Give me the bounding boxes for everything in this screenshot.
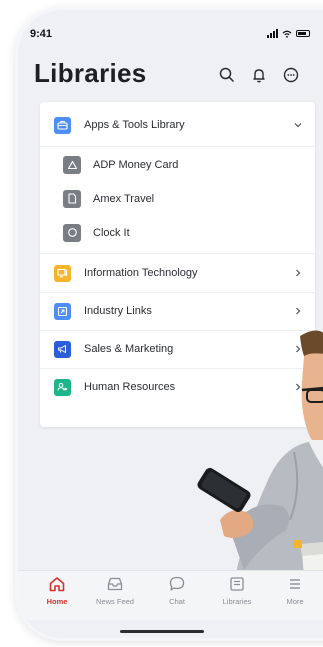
signal-icon bbox=[267, 29, 278, 38]
tab-label: Home bbox=[46, 597, 68, 606]
library-icon bbox=[230, 577, 244, 591]
app-item-clock-it[interactable]: Clock It bbox=[40, 216, 315, 249]
battery-icon bbox=[296, 30, 310, 37]
app-label: Amex Travel bbox=[93, 192, 155, 205]
bell-icon[interactable] bbox=[250, 66, 268, 84]
tab-home[interactable]: Home bbox=[32, 575, 82, 606]
status-icons bbox=[267, 29, 310, 38]
businessman-illustration bbox=[197, 330, 323, 610]
app-item-adp-money-card[interactable]: ADP Money Card bbox=[40, 148, 315, 181]
section-industry-links[interactable]: Industry Links bbox=[40, 292, 315, 330]
section-label: Sales & Marketing bbox=[84, 343, 174, 355]
external-link-icon bbox=[54, 302, 71, 320]
tab-label: Libraries bbox=[222, 597, 252, 606]
divider bbox=[40, 146, 315, 147]
status-time: 9:41 bbox=[30, 28, 53, 40]
bottom-tab-bar: Home News Feed Chat Libraries More bbox=[18, 570, 323, 620]
page-title: Libraries bbox=[34, 58, 147, 88]
circle-icon bbox=[63, 223, 81, 242]
status-bar: 9:41 bbox=[30, 28, 310, 42]
chevron-right-icon[interactable] bbox=[293, 306, 303, 316]
home-icon bbox=[49, 577, 65, 592]
app-item-amex-travel[interactable]: Amex Travel bbox=[40, 182, 315, 215]
tab-label: More bbox=[286, 597, 304, 606]
document-icon bbox=[63, 189, 81, 208]
section-label: Industry Links bbox=[84, 305, 152, 317]
section-apps-tools[interactable]: Apps & Tools Library bbox=[40, 106, 315, 144]
wifi-icon bbox=[282, 30, 292, 38]
app-label: ADP Money Card bbox=[93, 158, 179, 171]
triangle-icon bbox=[63, 155, 81, 174]
screen: 9:41 Libraries Apps & Tools Library ADP … bbox=[0, 0, 323, 647]
search-icon[interactable] bbox=[218, 66, 236, 84]
app-label: Clock It bbox=[93, 226, 130, 239]
tab-libraries[interactable]: Libraries bbox=[212, 575, 262, 606]
inbox-icon bbox=[107, 577, 123, 591]
section-label: Apps & Tools Library bbox=[84, 119, 185, 131]
monitor-icon bbox=[54, 264, 71, 282]
briefcase-icon bbox=[54, 116, 71, 134]
section-label: Human Resources bbox=[84, 381, 176, 393]
tab-label: Chat bbox=[169, 597, 185, 606]
menu-icon bbox=[290, 579, 300, 589]
megaphone-icon bbox=[54, 340, 71, 358]
chevron-down-icon[interactable] bbox=[293, 120, 303, 130]
section-label: Information Technology bbox=[84, 267, 198, 279]
chevron-right-icon[interactable] bbox=[293, 268, 303, 278]
tab-chat[interactable]: Chat bbox=[152, 575, 202, 606]
more-options-icon[interactable] bbox=[282, 66, 300, 84]
tab-news-feed[interactable]: News Feed bbox=[90, 575, 140, 606]
section-information-technology[interactable]: Information Technology bbox=[40, 254, 315, 292]
home-indicator bbox=[120, 630, 204, 633]
tab-more[interactable]: More bbox=[270, 575, 320, 606]
header-actions bbox=[218, 66, 300, 84]
user-badge-icon bbox=[54, 378, 71, 396]
chat-bubble-icon bbox=[169, 576, 185, 591]
tab-label: News Feed bbox=[96, 597, 134, 606]
